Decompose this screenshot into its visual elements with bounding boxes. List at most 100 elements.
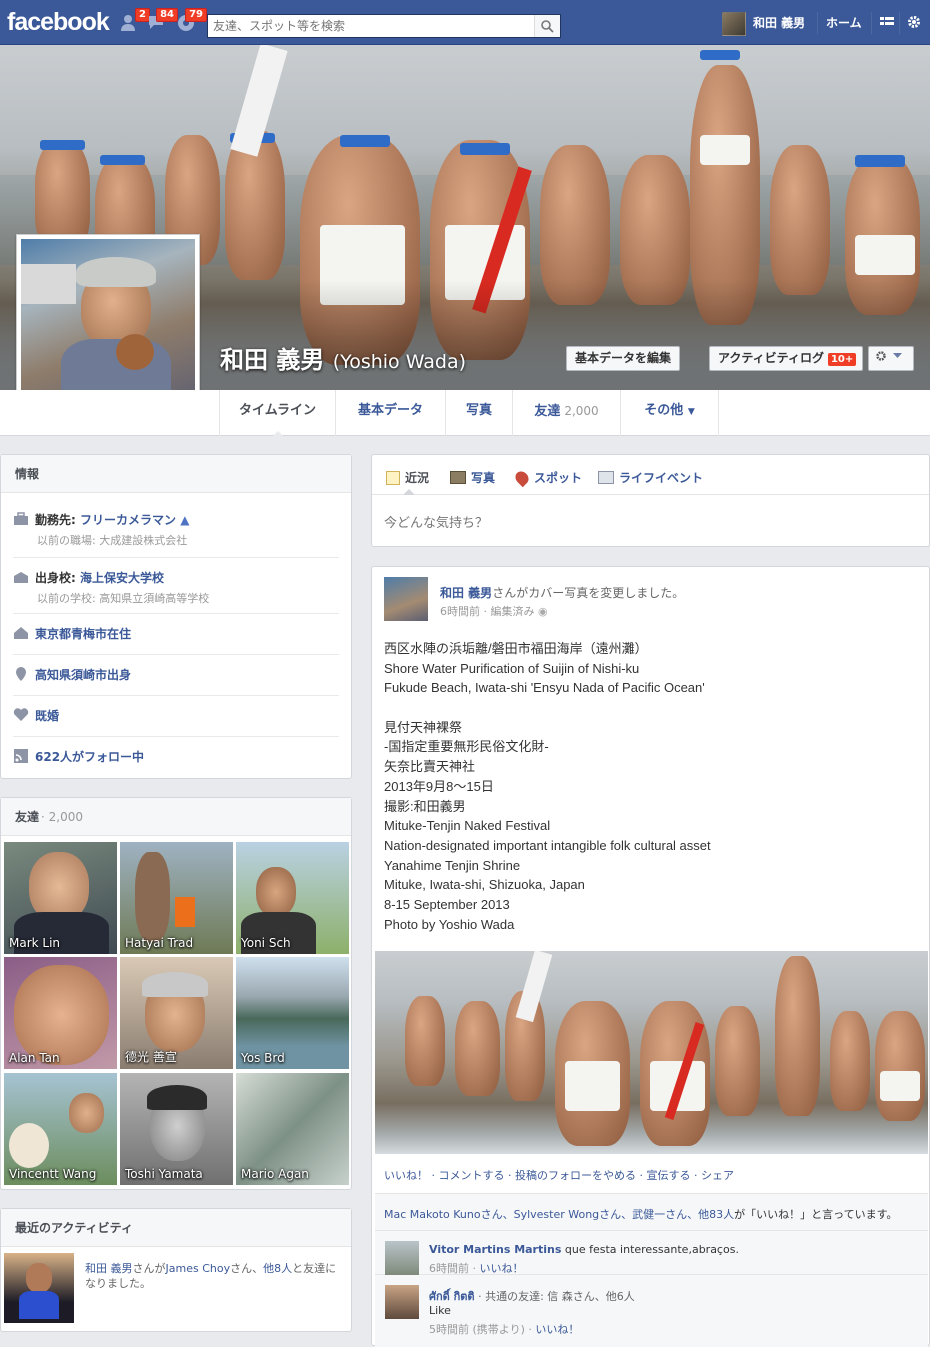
composer-tab-status[interactable]: 近況: [386, 469, 429, 486]
post-photo[interactable]: [375, 951, 928, 1154]
info-relationship: 既婚: [13, 707, 339, 737]
divider: [817, 12, 818, 34]
post-text-line: Photo by Yoshio Wada: [384, 916, 515, 932]
cover-loincloth: [855, 235, 915, 275]
post-body: 西区水陣の浜垢離/磐田市福田海岸（遠州灘） Shore Water Purific…: [384, 639, 711, 934]
school-link[interactable]: 海上保安大学校: [80, 571, 164, 585]
post-text-line: 2013年9月8〜15日: [384, 778, 494, 794]
relationship-link[interactable]: 既婚: [35, 709, 59, 723]
work-link[interactable]: フリーカメラマン: [80, 513, 176, 527]
friend-tile[interactable]: Alan Tan: [4, 957, 117, 1069]
friend-tile[interactable]: Mario Agan: [236, 1073, 349, 1185]
search-button[interactable]: [534, 15, 560, 37]
user-name-link[interactable]: 和田 義男: [753, 14, 805, 31]
friends-count: · 2,000: [41, 810, 83, 824]
composer-tab-photo-label: 写真: [471, 471, 496, 485]
composer-tab-life-event[interactable]: ライフイベント: [598, 469, 703, 486]
profile-picture-image: [21, 239, 195, 411]
post-action-text: さんがカバー写真を変更しました。: [492, 586, 685, 600]
comment-like-link[interactable]: いいね！: [480, 1262, 524, 1275]
comment-time: 5時間前 (携帯より) ·: [429, 1323, 536, 1336]
cover-banner: [230, 45, 288, 157]
friend-tile[interactable]: Vincentt Wang: [4, 1073, 117, 1185]
comment-author-link[interactable]: Vitor Martins Martins: [429, 1243, 561, 1256]
tab-photos-label: 写真: [465, 403, 492, 418]
post-likers-link[interactable]: Mac Makoto Kunoさん、Sylvester Wongさん、武健一さん…: [384, 1208, 734, 1221]
facebook-logo[interactable]: facebook: [7, 8, 110, 37]
messages-badge: 84: [156, 8, 178, 22]
tab-about[interactable]: 基本データ: [335, 390, 445, 436]
post-header: 和田 義男さんがカバー写真を変更しました。: [440, 584, 684, 601]
photo-icon: [450, 471, 466, 484]
friend-tile[interactable]: Mark Lin: [4, 842, 117, 954]
edit-profile-button[interactable]: 基本データを編集: [566, 346, 681, 371]
post-actions[interactable]: いいね！ · コメントする · 投稿のフォローをやめる · 宣伝する · シェア: [384, 1167, 734, 1183]
comment-meta: 5時間前 (携帯より) · いいね！: [429, 1321, 579, 1337]
tab-friends-count: 2,000: [564, 404, 599, 418]
tab-more-label: その他: [644, 403, 684, 418]
composer-tab-photo[interactable]: 写真: [450, 469, 495, 486]
followers-link[interactable]: 622人がフォロー中: [35, 750, 144, 764]
status-composer: 近況 写真 スポット ライフイベント 今どんな気持ち？: [371, 454, 930, 547]
home-link[interactable]: ホーム: [826, 14, 862, 31]
activity-log-button[interactable]: アクティビティログ 10+: [709, 346, 864, 371]
friend-tile[interactable]: Toshi Yamata: [120, 1073, 233, 1185]
gear-dropdown-icon: [876, 351, 902, 361]
recent-activity-others[interactable]: 他8人: [263, 1262, 292, 1275]
friend-tile[interactable]: Yoni Sch: [236, 842, 349, 954]
notifications-icon[interactable]: 79: [177, 8, 207, 32]
warning-icon: ▲: [180, 513, 190, 527]
hometown-link[interactable]: 高知県須崎市出身: [35, 668, 131, 682]
settings-gear-icon[interactable]: [907, 15, 921, 32]
divider: [899, 12, 900, 34]
recent-activity-title: 最近のアクティビティ: [1, 1209, 351, 1247]
profile-picture[interactable]: [16, 234, 200, 416]
lives-link[interactable]: 東京都青梅市在住: [35, 627, 131, 641]
tab-more[interactable]: その他 ▼: [620, 390, 719, 436]
timeline-post: 和田 義男さんがカバー写真を変更しました。 6時間前 · 編集済み ◉ 西区水陣…: [371, 566, 930, 1347]
school-icon: [13, 570, 29, 584]
rss-icon: [13, 749, 29, 763]
friend-name: Mark Lin: [9, 936, 61, 950]
recent-activity-photo[interactable]: [4, 1253, 74, 1323]
cover-headband: [700, 50, 740, 60]
composer-input[interactable]: 今どんな気持ち？: [384, 512, 488, 531]
friend-tile[interactable]: Yos Brd: [236, 957, 349, 1069]
comment-like-link[interactable]: いいね！: [535, 1323, 579, 1336]
post-likes: Mac Makoto Kunoさん、Sylvester Wongさん、武健一さん…: [375, 1193, 928, 1231]
active-tab-caret: [272, 431, 284, 437]
post-text-line: 撮影:和田義男: [384, 798, 466, 814]
tab-timeline[interactable]: タイムライン: [219, 390, 335, 437]
post-timestamp[interactable]: 6時間前 · 編集済み ◉: [440, 603, 548, 619]
tab-friends[interactable]: 友達 2,000: [512, 390, 620, 436]
search-input[interactable]: [208, 15, 528, 37]
friends-panel-title[interactable]: 友達 · 2,000: [1, 798, 351, 836]
tab-photos[interactable]: 写真: [445, 390, 512, 436]
comment-avatar[interactable]: [385, 1241, 419, 1275]
composer-tab-place-label: スポット: [534, 471, 583, 485]
recent-activity-actor[interactable]: 和田 義男: [85, 1262, 133, 1275]
friend-tile[interactable]: 德光 善宣: [120, 957, 233, 1069]
life-event-icon: [598, 471, 614, 484]
recent-activity-friend[interactable]: James Choy: [166, 1262, 231, 1275]
post-text-line: [384, 698, 711, 718]
friend-requests-icon[interactable]: 2: [120, 8, 150, 32]
comment: ศักดิ์ กิตติ · 共通の友達: 信 森さん、他6人 Like 5時間…: [375, 1275, 928, 1347]
work-label: 勤務先:: [35, 513, 80, 527]
profile-options-button[interactable]: [868, 346, 914, 371]
location-pin-icon: [512, 468, 532, 488]
comment-author-link[interactable]: ศักดิ์ กิตติ: [429, 1290, 475, 1303]
messages-icon[interactable]: 84: [148, 8, 178, 32]
friend-tile[interactable]: Hatyai Trad: [120, 842, 233, 954]
info-lives: 東京都青梅市在住: [13, 625, 339, 655]
comment-text-line2: Like: [429, 1304, 451, 1317]
user-avatar[interactable]: [722, 12, 746, 36]
composer-tab-place[interactable]: スポット: [512, 468, 583, 488]
composer-tabs: 近況 写真 スポット ライフイベント: [372, 455, 929, 495]
comment-avatar[interactable]: [385, 1285, 419, 1319]
comment-meta: 6時間前 · いいね！: [429, 1260, 524, 1276]
post-author-avatar[interactable]: [384, 577, 428, 621]
privacy-shortcuts-icon[interactable]: [880, 16, 894, 31]
cover-headband: [40, 140, 85, 150]
post-author-link[interactable]: 和田 義男: [440, 586, 492, 600]
